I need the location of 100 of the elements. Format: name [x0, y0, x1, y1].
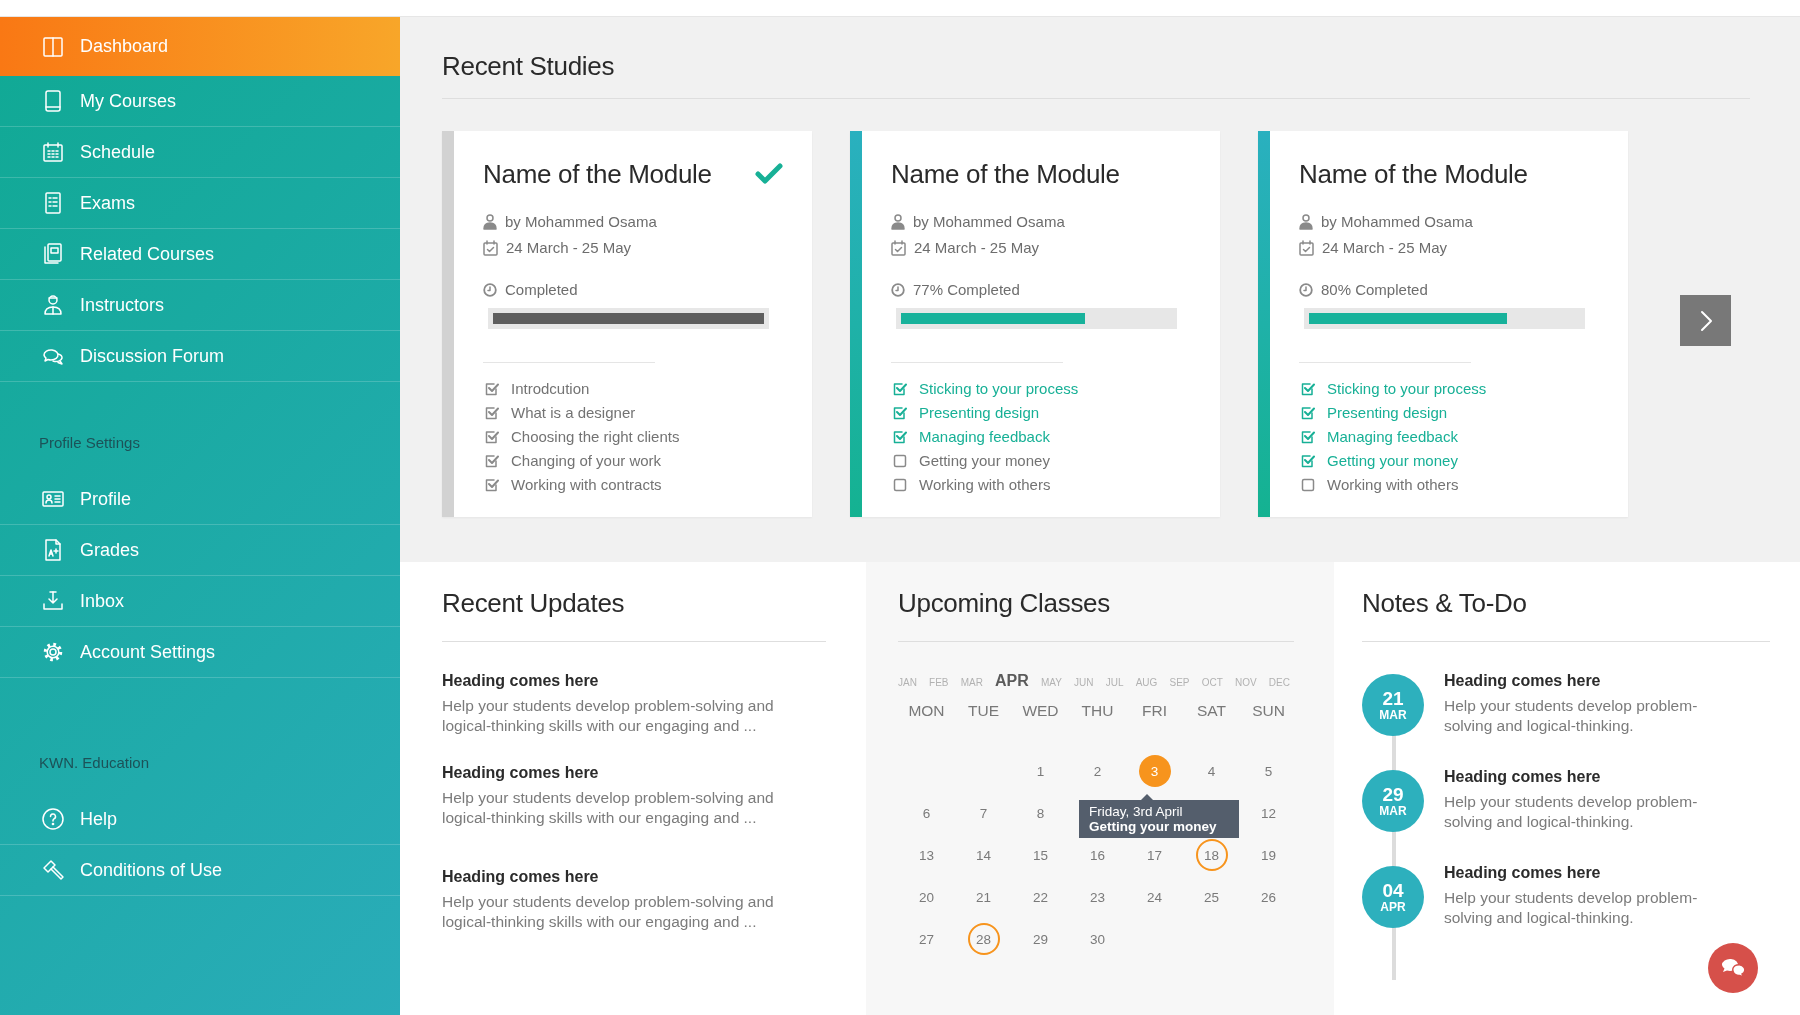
weekday-label: THU — [1080, 702, 1115, 720]
topic-label: Introdcution — [511, 380, 590, 397]
clock-icon — [1299, 282, 1313, 297]
calendar-day[interactable]: 14 — [967, 839, 1000, 871]
calendar-day[interactable]: 20 — [910, 881, 943, 913]
nav-item[interactable]: Help — [0, 794, 400, 845]
hammer-icon — [41, 858, 65, 882]
update-heading: Heading comes here — [442, 672, 600, 690]
calendar-day[interactable]: 8 — [1024, 797, 1057, 829]
nav-item[interactable]: Inbox — [0, 576, 400, 627]
month-tab[interactable]: JUL — [1105, 677, 1124, 688]
section-title: Recent Studies — [442, 51, 616, 82]
tooltip-title: Getting your money — [1089, 819, 1218, 834]
month-tab[interactable]: MAR — [960, 677, 983, 688]
date-range-text: 24 March - 25 May — [1322, 239, 1448, 256]
calendar-day[interactable]: 12 — [1252, 797, 1285, 829]
tooltip-date: Friday, 3rd April — [1089, 804, 1184, 819]
nav-item[interactable]: Discussion Forum — [0, 331, 400, 382]
month-tab[interactable]: NOV — [1234, 677, 1257, 688]
calendar-day[interactable]: 7 — [967, 797, 1000, 829]
nav-item[interactable]: Account Settings — [0, 627, 400, 678]
calendar-day[interactable]: 19 — [1252, 839, 1285, 871]
calendar-icon — [483, 239, 498, 256]
update-heading: Heading comes here — [442, 868, 600, 886]
calendar-day[interactable]: 6 — [910, 797, 943, 829]
calendar-day[interactable]: 28 — [967, 923, 1000, 955]
weekday-label: WED — [1021, 702, 1060, 720]
calendar-day[interactable]: 2 — [1081, 755, 1114, 787]
topic-label: Working with others — [919, 476, 1051, 493]
month-tab[interactable]: JUN — [1074, 677, 1094, 688]
next-button[interactable] — [1680, 295, 1731, 346]
calendar-day[interactable]: 21 — [967, 881, 1000, 913]
update-text: Help your students develop problem-solving and logical-thinking skills with our engaging and ... — [442, 788, 775, 828]
calendar-day[interactable]: 30 — [1081, 923, 1114, 955]
month-tab[interactable]: OCT — [1201, 677, 1223, 688]
topic-label: Managing feedback — [1327, 428, 1458, 445]
calendar-day[interactable]: 26 — [1252, 881, 1285, 913]
documents-icon — [41, 242, 65, 266]
month-tab[interactable]: JAN — [898, 677, 917, 688]
nav-item[interactable]: Grades — [0, 525, 400, 576]
calendar-day[interactable]: 24 — [1138, 881, 1171, 913]
calendar-day[interactable]: 23 — [1081, 881, 1114, 913]
module-title: Name of the Module — [1299, 158, 1528, 191]
calendar-day[interactable]: 5 — [1252, 755, 1285, 787]
weekday-label: FRI — [1141, 702, 1168, 720]
month-tab[interactable]: FEB — [929, 677, 949, 688]
nav-item[interactable]: My Courses — [0, 76, 400, 127]
month-tab[interactable]: MAY — [1041, 677, 1062, 688]
calendar-day[interactable]: 27 — [910, 923, 943, 955]
badge-month: MAR — [1379, 707, 1407, 722]
progress-text: 77% Completed — [913, 281, 1020, 298]
help-icon — [41, 807, 65, 831]
badge-day: 21 — [1382, 688, 1404, 708]
month-tab[interactable]: AUG — [1135, 677, 1158, 688]
clock-icon — [483, 282, 497, 297]
calendar-day[interactable]: 16 — [1081, 839, 1114, 871]
weekday-label: TUE — [967, 702, 1000, 720]
update-heading: Heading comes here — [442, 764, 600, 782]
topic-label: Working with contracts — [511, 476, 662, 493]
calendar-day[interactable]: 15 — [1024, 839, 1057, 871]
calendar-day[interactable]: 17 — [1138, 839, 1171, 871]
nav-item[interactable]: Profile — [0, 474, 400, 525]
note-heading: Heading comes here — [1444, 864, 1602, 882]
calendar-icon — [41, 140, 65, 164]
nav-item[interactable]: Instructors — [0, 280, 400, 331]
clock-icon — [891, 282, 905, 297]
chat-button[interactable] — [1708, 943, 1758, 993]
month-tab[interactable]: SEP — [1169, 677, 1190, 688]
weekday-label: MON — [907, 702, 946, 720]
topic-label: What is a designer — [511, 404, 636, 421]
topic-label: Working with others — [1327, 476, 1459, 493]
layout-icon — [41, 34, 65, 59]
calendar-day[interactable]: 29 — [1024, 923, 1057, 955]
calendar-icon — [1299, 239, 1314, 256]
update-text: Help your students develop problem-solving and logical-thinking skills with our engaging and ... — [442, 892, 775, 932]
calendar-day[interactable]: 25 — [1195, 881, 1228, 913]
section-title: Recent Updates — [442, 588, 626, 619]
person-icon — [41, 293, 65, 317]
nav-item[interactable]: Related Courses — [0, 229, 400, 280]
badge-day: 29 — [1382, 784, 1404, 804]
month-tab[interactable]: APR — [995, 672, 1029, 690]
calendar-day[interactable]: 4 — [1195, 755, 1228, 787]
weekday-label: SUN — [1251, 702, 1286, 720]
topic-label: Presenting design — [1327, 404, 1448, 421]
section-title: Notes & To-Do — [1362, 588, 1528, 619]
nav-item[interactable]: Exams — [0, 178, 400, 229]
author-text: by Mohammed Osama — [913, 213, 1065, 230]
calendar-day[interactable]: 22 — [1024, 881, 1057, 913]
note-text: Help your students develop problem-solving and logical-thinking. — [1444, 696, 1699, 736]
calendar-day[interactable]: 3 — [1138, 755, 1171, 787]
nav-item[interactable]: Conditions of Use — [0, 845, 400, 896]
month-tab[interactable]: DEC — [1268, 677, 1290, 688]
calendar-day[interactable]: 1 — [1024, 755, 1057, 787]
nav-item[interactable]: Dashboard — [0, 17, 400, 76]
nav-item[interactable]: Schedule — [0, 127, 400, 178]
update-text: Help your students develop problem-solving and logical-thinking skills with our engaging and ... — [442, 696, 775, 736]
author-text: by Mohammed Osama — [1321, 213, 1473, 230]
calendar-day[interactable]: 13 — [910, 839, 943, 871]
person-icon — [891, 213, 905, 230]
topic-label: Managing feedback — [919, 428, 1050, 445]
